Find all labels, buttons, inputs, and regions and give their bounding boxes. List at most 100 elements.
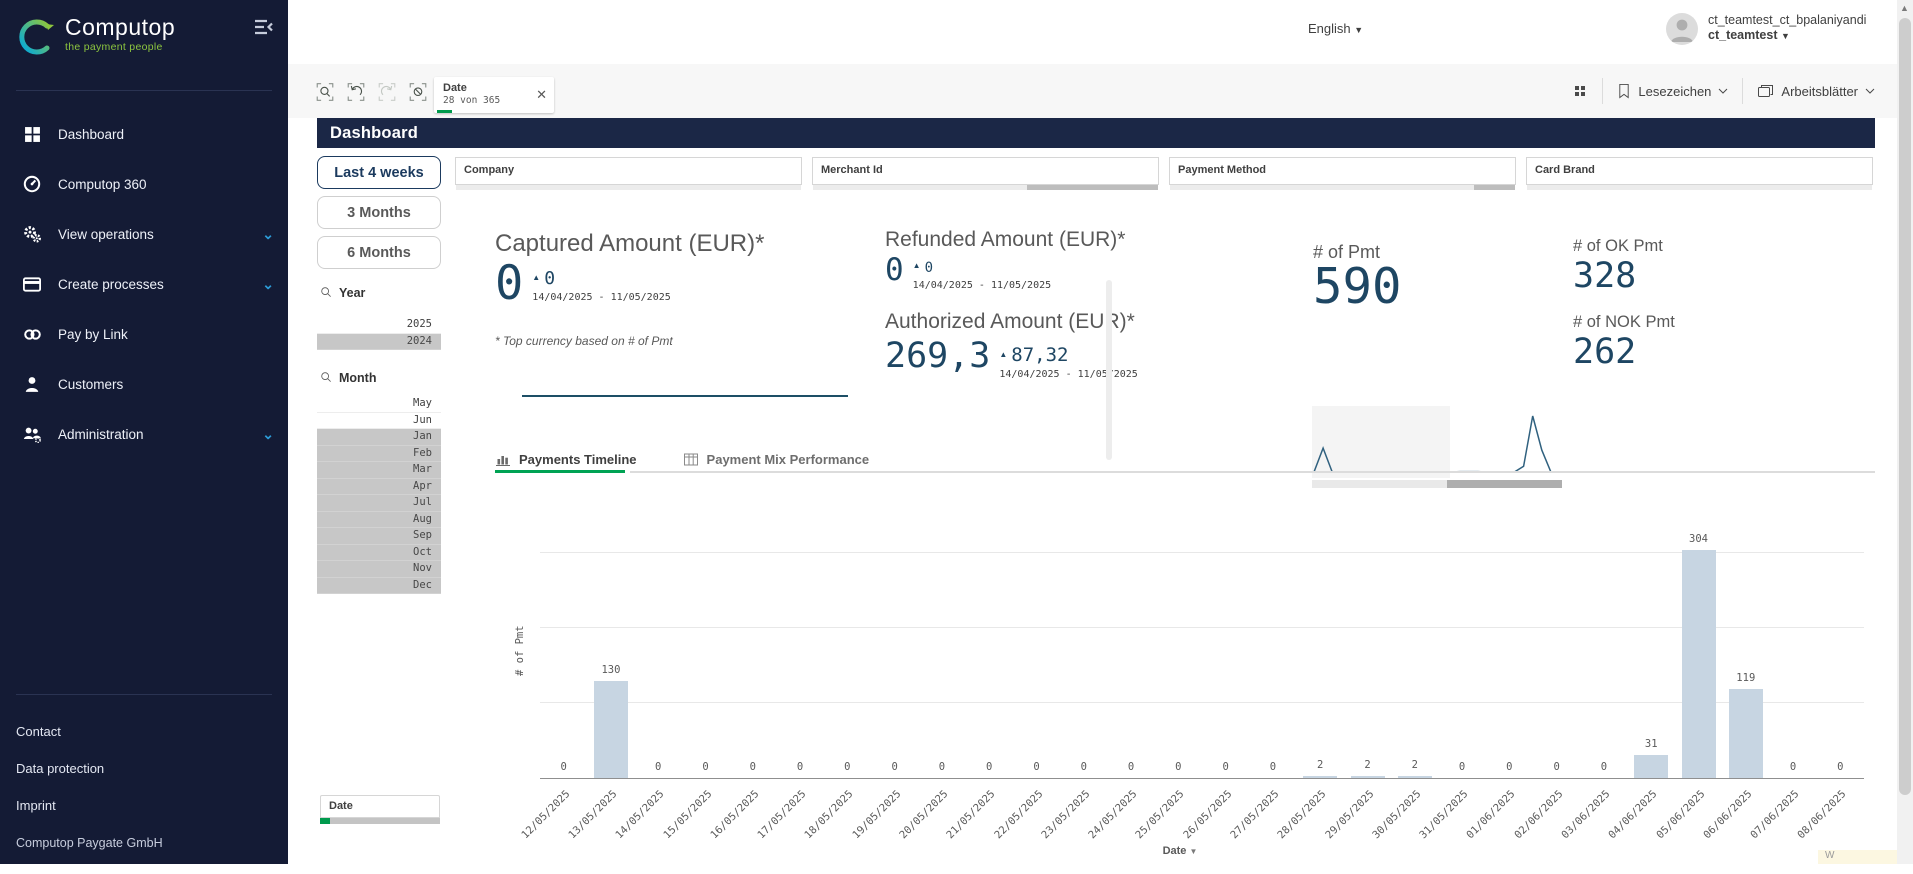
year-option-2025[interactable]: 2025 bbox=[317, 317, 441, 334]
time-button-last-4-weeks[interactable]: Last 4 weeks bbox=[317, 156, 441, 189]
x-tick-label[interactable]: 12/05/2025 bbox=[486, 788, 572, 874]
footer-link-imprint[interactable]: Imprint bbox=[0, 787, 288, 824]
year-filter-header[interactable]: Year bbox=[320, 286, 441, 300]
month-option-jan[interactable]: Jan bbox=[317, 429, 441, 446]
collapse-sidebar-icon[interactable] bbox=[254, 18, 274, 41]
filter-field-merchant-id[interactable]: Merchant Id bbox=[812, 157, 1159, 185]
sidebar-divider bbox=[16, 90, 272, 91]
sidebar-item-customers[interactable]: Customers bbox=[0, 359, 288, 409]
sidebar-item-dashboard[interactable]: Dashboard bbox=[0, 109, 288, 159]
authorized-amount-kpi: 269,3 ▲87,32 14/04/2025 - 11/05/2025 bbox=[885, 340, 1138, 380]
x-tick-label[interactable]: 30/05/2025 bbox=[1337, 788, 1423, 874]
date-filter-box[interactable]: Date bbox=[320, 795, 440, 824]
bar[interactable] bbox=[1682, 550, 1716, 778]
clear-selections-icon[interactable] bbox=[407, 81, 429, 103]
x-tick-label[interactable]: 01/06/2025 bbox=[1432, 788, 1518, 874]
x-tick-label[interactable]: 22/05/2025 bbox=[959, 788, 1045, 874]
month-option-jul[interactable]: Jul bbox=[317, 495, 441, 512]
month-option-oct[interactable]: Oct bbox=[317, 545, 441, 562]
bar[interactable] bbox=[1303, 776, 1337, 778]
x-tick-label[interactable]: 25/05/2025 bbox=[1101, 788, 1187, 874]
refunded-amount-kpi: 0 ▲0 14/04/2025 - 11/05/2025 bbox=[885, 256, 1051, 291]
user-menu[interactable]: ct_teamtest_ct_bpalaniyandi ct_teamtest … bbox=[1708, 13, 1866, 44]
avatar[interactable] bbox=[1666, 13, 1698, 45]
footer-link-contact[interactable]: Contact bbox=[0, 713, 288, 750]
sidebar-item-label: Customers bbox=[58, 377, 123, 392]
x-tick-label[interactable]: 24/05/2025 bbox=[1053, 788, 1139, 874]
gauge-icon bbox=[22, 174, 42, 194]
page-scrollbar-thumb[interactable] bbox=[1899, 18, 1911, 795]
sheets-button[interactable]: Arbeitsblätter bbox=[1753, 83, 1879, 99]
chevron-down-icon: ▼ bbox=[1189, 847, 1197, 856]
x-tick-label[interactable]: 26/05/2025 bbox=[1148, 788, 1234, 874]
year-option-2024[interactable]: 2024 bbox=[317, 334, 441, 351]
num-nok-pmt-value: 262 bbox=[1573, 336, 1636, 369]
x-tick-label[interactable]: 14/05/2025 bbox=[580, 788, 666, 874]
bar[interactable] bbox=[1729, 689, 1763, 778]
x-tick-label[interactable]: 20/05/2025 bbox=[864, 788, 950, 874]
filter-field-company[interactable]: Company bbox=[455, 157, 802, 185]
grid-insights-icon[interactable] bbox=[1570, 80, 1592, 102]
selection-chip-date[interactable]: Date 28 von 365 ✕ bbox=[434, 77, 554, 113]
x-tick-label[interactable]: 18/05/2025 bbox=[770, 788, 856, 874]
scroll-up-icon[interactable]: ▲ bbox=[1900, 3, 1909, 13]
undo-selection-icon[interactable] bbox=[345, 81, 367, 103]
x-tick-label[interactable]: 23/05/2025 bbox=[1006, 788, 1092, 874]
x-tick-label[interactable]: 15/05/2025 bbox=[628, 788, 714, 874]
x-tick-label[interactable]: 06/06/2025 bbox=[1668, 788, 1754, 874]
bar[interactable] bbox=[1398, 776, 1432, 778]
x-axis-dimension-selector[interactable]: Date ▼ bbox=[1080, 845, 1280, 857]
x-tick-label[interactable]: 13/05/2025 bbox=[533, 788, 619, 874]
customer-icon bbox=[22, 374, 42, 394]
footer-link-data-protection[interactable]: Data protection bbox=[0, 750, 288, 787]
filter-field-card-brand[interactable]: Card Brand bbox=[1526, 157, 1873, 185]
month-option-apr[interactable]: Apr bbox=[317, 479, 441, 496]
tab-label: Payments Timeline bbox=[519, 452, 637, 467]
sidebar-item-view-operations[interactable]: View operations⌄ bbox=[0, 209, 288, 259]
x-tick-label[interactable]: 17/05/2025 bbox=[722, 788, 808, 874]
x-tick-label[interactable]: 27/05/2025 bbox=[1195, 788, 1281, 874]
x-tick-label[interactable]: 31/05/2025 bbox=[1384, 788, 1470, 874]
search-selections-icon[interactable] bbox=[314, 81, 336, 103]
month-option-feb[interactable]: Feb bbox=[317, 446, 441, 463]
close-icon[interactable]: ✕ bbox=[536, 87, 547, 103]
y-axis-title: # of Pmt bbox=[514, 625, 526, 676]
bookmarks-button[interactable]: Lesezeichen bbox=[1613, 83, 1732, 99]
redo-selection-icon[interactable] bbox=[376, 81, 398, 103]
x-tick-label[interactable]: 04/06/2025 bbox=[1573, 788, 1659, 874]
month-option-mar[interactable]: Mar bbox=[317, 462, 441, 479]
x-tick-label[interactable]: 19/05/2025 bbox=[817, 788, 903, 874]
x-tick-label[interactable]: 05/06/2025 bbox=[1621, 788, 1707, 874]
kpi-panel-scrollbar[interactable] bbox=[1106, 280, 1112, 460]
bar[interactable] bbox=[1634, 755, 1668, 778]
month-option-nov[interactable]: Nov bbox=[317, 561, 441, 578]
x-tick-label[interactable]: 29/05/2025 bbox=[1290, 788, 1376, 874]
date-filter-selected-bar bbox=[320, 818, 330, 824]
page-scrollbar[interactable]: ▲ bbox=[1897, 0, 1913, 864]
x-tick-label[interactable]: 02/06/2025 bbox=[1479, 788, 1565, 874]
bar[interactable] bbox=[594, 681, 628, 779]
sidebar-item-pay-by-link[interactable]: Pay by Link bbox=[0, 309, 288, 359]
sidebar-item-create-processes[interactable]: Create processes⌄ bbox=[0, 259, 288, 309]
authorized-comparison-range: 14/04/2025 - 11/05/2025 bbox=[999, 369, 1137, 380]
bar[interactable] bbox=[1351, 776, 1385, 778]
month-option-may[interactable]: May bbox=[317, 396, 441, 413]
x-tick-label[interactable]: 03/06/2025 bbox=[1526, 788, 1612, 874]
month-option-jun[interactable]: Jun bbox=[317, 413, 441, 430]
month-option-sep[interactable]: Sep bbox=[317, 528, 441, 545]
month-filter-header[interactable]: Month bbox=[320, 371, 441, 385]
x-tick-label[interactable]: 16/05/2025 bbox=[675, 788, 761, 874]
date-filter-state-track bbox=[320, 818, 440, 824]
language-selector[interactable]: English ▼ bbox=[1308, 21, 1363, 36]
filter-field-payment-method[interactable]: Payment Method bbox=[1169, 157, 1516, 185]
dashboard-icon bbox=[22, 124, 42, 144]
sidebar-item-computop-360[interactable]: Computop 360 bbox=[0, 159, 288, 209]
x-tick-label[interactable]: 21/05/2025 bbox=[911, 788, 997, 874]
time-button-3-months[interactable]: 3 Months bbox=[317, 196, 441, 229]
sidebar-item-administration[interactable]: Administration⌄ bbox=[0, 409, 288, 459]
month-option-dec[interactable]: Dec bbox=[317, 578, 441, 595]
month-option-aug[interactable]: Aug bbox=[317, 512, 441, 529]
x-tick-label[interactable]: 28/05/2025 bbox=[1242, 788, 1328, 874]
x-tick-label[interactable]: 07/06/2025 bbox=[1715, 788, 1801, 874]
time-button-6-months[interactable]: 6 Months bbox=[317, 236, 441, 269]
